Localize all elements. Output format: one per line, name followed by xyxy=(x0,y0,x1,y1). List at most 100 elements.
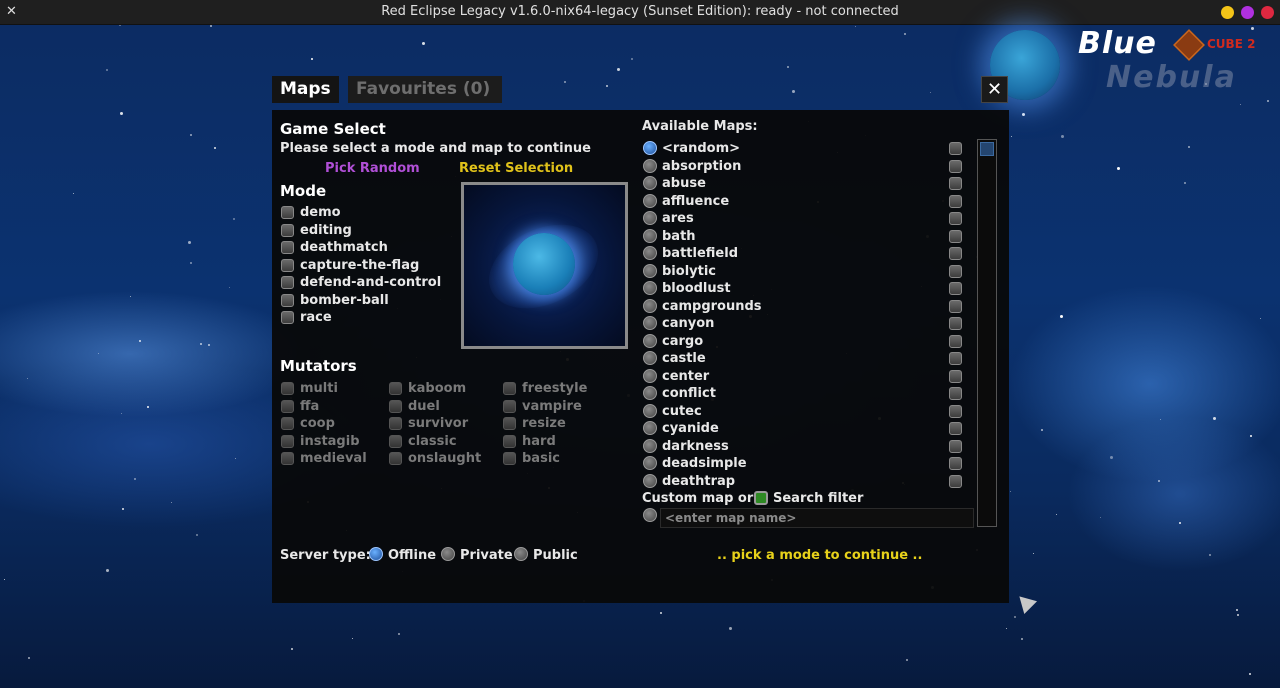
mutator-checkbox[interactable] xyxy=(281,452,294,465)
server-private-radio[interactable] xyxy=(441,547,455,561)
map-radio[interactable] xyxy=(643,193,657,208)
server-offline-radio[interactable] xyxy=(369,547,383,561)
planet-image xyxy=(513,233,575,295)
map-favourite-checkbox[interactable] xyxy=(949,212,962,225)
map-favourite-checkbox[interactable] xyxy=(949,404,962,418)
star xyxy=(398,632,401,635)
server-public-radio[interactable] xyxy=(514,547,528,561)
mode-checkbox[interactable] xyxy=(281,293,294,307)
mutator-checkbox[interactable] xyxy=(503,417,516,430)
mutator-checkbox[interactable] xyxy=(503,399,516,413)
custom-map-input[interactable]: <enter map name> xyxy=(660,508,974,528)
reset-selection-button[interactable]: Reset Selection xyxy=(459,161,573,176)
map-favourite-checkbox[interactable] xyxy=(949,334,962,348)
map-favourite-checkbox[interactable] xyxy=(949,387,962,400)
star xyxy=(27,657,30,660)
mutator-label: medieval xyxy=(300,451,367,466)
map-radio[interactable] xyxy=(643,351,657,365)
map-favourite-checkbox[interactable] xyxy=(949,142,962,155)
map-favourite-checkbox[interactable] xyxy=(949,247,962,260)
star xyxy=(1266,99,1269,102)
mode-checkbox[interactable] xyxy=(281,276,294,289)
map-favourite-checkbox[interactable] xyxy=(949,474,962,488)
star xyxy=(1212,417,1216,421)
tab-maps[interactable]: Maps xyxy=(272,76,339,103)
search-filter-checkbox[interactable] xyxy=(754,491,768,505)
map-radio[interactable] xyxy=(643,246,657,260)
star xyxy=(196,534,199,537)
close-button[interactable]: ✕ xyxy=(981,76,1008,103)
map-favourite-checkbox[interactable] xyxy=(949,422,962,435)
map-radio[interactable] xyxy=(643,333,657,348)
mutator-checkbox[interactable] xyxy=(389,417,402,430)
map-radio[interactable] xyxy=(643,456,657,470)
star xyxy=(1013,615,1016,618)
map-favourite-checkbox[interactable] xyxy=(949,159,962,173)
star xyxy=(1006,627,1008,629)
map-radio[interactable] xyxy=(643,316,657,330)
mode-checkbox[interactable] xyxy=(281,258,294,272)
mutator-checkbox[interactable] xyxy=(503,452,516,465)
map-favourite-checkbox[interactable] xyxy=(949,177,962,190)
star xyxy=(171,501,173,503)
mutator-checkbox[interactable] xyxy=(281,434,294,448)
map-favourite-checkbox[interactable] xyxy=(949,194,962,208)
instructions-text: Please select a mode and map to continue xyxy=(280,141,591,156)
star xyxy=(146,406,149,409)
scrollbar-thumb[interactable] xyxy=(980,142,994,156)
map-radio[interactable] xyxy=(643,403,657,418)
map-name: conflict xyxy=(662,386,716,401)
map-radio[interactable] xyxy=(643,281,657,295)
map-radio[interactable] xyxy=(643,263,657,278)
map-favourite-checkbox[interactable] xyxy=(949,317,962,330)
map-favourite-checkbox[interactable] xyxy=(949,229,962,243)
mutator-checkbox[interactable] xyxy=(389,382,402,395)
maximize-button[interactable] xyxy=(1241,6,1254,19)
map-radio[interactable] xyxy=(643,158,657,173)
map-favourite-checkbox[interactable] xyxy=(949,264,962,278)
mutator-checkbox[interactable] xyxy=(281,399,294,413)
star xyxy=(1250,434,1253,437)
mutator-checkbox[interactable] xyxy=(503,382,516,395)
map-radio[interactable] xyxy=(643,228,657,243)
mode-checkbox[interactable] xyxy=(281,241,294,254)
map-radio[interactable] xyxy=(643,368,657,383)
mode-checkbox[interactable] xyxy=(281,311,294,324)
star xyxy=(1009,491,1011,493)
custom-map-radio[interactable] xyxy=(643,508,657,522)
mutator-label: kaboom xyxy=(408,381,467,396)
map-radio[interactable] xyxy=(643,211,657,225)
star xyxy=(233,218,236,221)
map-radio[interactable] xyxy=(643,298,657,313)
map-radio[interactable] xyxy=(643,141,657,155)
mode-checkbox[interactable] xyxy=(281,223,294,237)
map-favourite-checkbox[interactable] xyxy=(949,352,962,365)
map-favourite-checkbox[interactable] xyxy=(949,299,962,313)
window-close-button[interactable] xyxy=(1261,6,1274,19)
star xyxy=(791,89,795,93)
map-radio[interactable] xyxy=(643,473,657,488)
mode-checkbox[interactable] xyxy=(281,206,294,219)
map-radio[interactable] xyxy=(643,421,657,435)
star xyxy=(1239,103,1241,105)
mutator-checkbox[interactable] xyxy=(389,434,402,448)
map-favourite-checkbox[interactable] xyxy=(949,282,962,295)
map-radio[interactable] xyxy=(643,386,657,400)
star xyxy=(786,65,789,68)
map-favourite-checkbox[interactable] xyxy=(949,439,962,453)
map-radio[interactable] xyxy=(643,438,657,453)
mutator-checkbox[interactable] xyxy=(389,452,402,465)
minimize-button[interactable] xyxy=(1221,6,1234,19)
map-list-scrollbar[interactable] xyxy=(977,139,997,527)
mutator-label: coop xyxy=(300,416,335,431)
mutator-checkbox[interactable] xyxy=(281,382,294,395)
map-favourite-checkbox[interactable] xyxy=(949,457,962,470)
map-favourite-checkbox[interactable] xyxy=(949,369,962,383)
tab-favourites[interactable]: Favourites (0) xyxy=(348,76,502,103)
mutator-checkbox[interactable] xyxy=(389,399,402,413)
map-name: castle xyxy=(662,351,706,366)
mutator-checkbox[interactable] xyxy=(503,434,516,448)
map-radio[interactable] xyxy=(643,176,657,190)
pick-random-button[interactable]: Pick Random xyxy=(325,161,420,176)
mutator-checkbox[interactable] xyxy=(281,417,294,430)
